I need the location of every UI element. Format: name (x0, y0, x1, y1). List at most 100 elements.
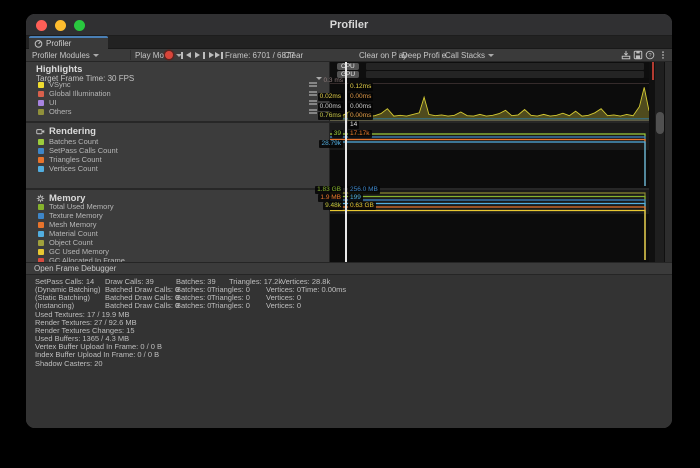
drag-handle-icon[interactable] (309, 100, 317, 104)
traffic-lights (36, 20, 85, 31)
stats-row: Used Textures: 17 / 19.9 MB (26, 310, 672, 318)
stats-row: SetPass Calls: 14Draw Calls: 39Batches: … (26, 277, 672, 285)
next-frame-icon (195, 52, 200, 58)
title-bar: Profiler (26, 14, 672, 36)
stats-row: Render Textures: 27 / 92.6 MB (26, 318, 672, 326)
chart-right-gutter (649, 62, 672, 262)
legend-label: VSync (49, 80, 71, 89)
legend-color-swatch (38, 249, 44, 255)
close-window-button[interactable] (36, 20, 47, 31)
previous-frame-button[interactable] (181, 49, 191, 61)
legend-color-swatch (38, 240, 44, 246)
record-icon (165, 51, 173, 59)
legend-color-swatch (38, 213, 44, 219)
maximize-window-button[interactable] (74, 20, 85, 31)
module-title-rendering: Rendering (49, 126, 96, 137)
legend-item-batches-count[interactable]: Batches Count (26, 137, 330, 146)
legend-color-swatch (38, 157, 44, 163)
drag-handle-icon[interactable] (309, 91, 317, 95)
chart-scrollbar-track[interactable] (655, 62, 664, 262)
legend-item-global-illumination[interactable]: Global Illumination (26, 89, 330, 98)
rendering-stats-panel: SetPass Calls: 14Draw Calls: 39Batches: … (26, 275, 672, 428)
drag-handle-icon[interactable] (309, 82, 317, 86)
rendering-chart[interactable] (330, 123, 649, 188)
legend-item-vertices-count[interactable]: Vertices Count (26, 164, 330, 173)
legend-label: Object Count (49, 238, 93, 247)
legend-item-others[interactable]: Others (26, 107, 330, 116)
legend-item-texture-memory[interactable]: Texture Memory (26, 211, 330, 220)
stats-value: Shadow Casters: 20 (35, 359, 103, 368)
clear-button[interactable]: Clear (284, 49, 303, 61)
profiler-window: Profiler Profiler Profiler Modules Play … (26, 14, 672, 428)
stats-row: Render Textures Changes: 15 (26, 326, 672, 334)
legend-color-swatch (38, 109, 44, 115)
module-row-highlights: Highlights Target Frame Time: 30 FPS VSy… (26, 62, 672, 121)
current-frame-button[interactable] (209, 49, 223, 61)
window-menu-button[interactable] (657, 49, 669, 61)
save-profile-button[interactable] (632, 49, 644, 61)
gpu-lane-bar (366, 71, 644, 78)
last-frame-icon (209, 52, 214, 58)
legend-item-mesh-memory[interactable]: Mesh Memory (26, 220, 330, 229)
legend-label: Triangles Count (49, 155, 102, 164)
legend-item-ui[interactable]: UI (26, 98, 330, 107)
selected-frame-line[interactable] (345, 62, 347, 262)
legend-color-swatch (38, 82, 44, 88)
gpu-lane-chip: GPU (337, 71, 359, 78)
stats-row: Used Buffers: 1365 / 4.3 MB (26, 334, 672, 342)
legend-item-object-count[interactable]: Object Count (26, 238, 330, 247)
profiler-modules-dropdown[interactable]: Profiler Modules (32, 49, 99, 61)
drag-handle-icon[interactable] (309, 109, 317, 113)
help-button[interactable]: ? (644, 49, 656, 61)
highlights-chart[interactable]: CPU GPU (330, 62, 649, 121)
tab-label: Profiler (46, 39, 71, 48)
kebab-menu-icon (658, 50, 668, 60)
legend-item-total-used-memory[interactable]: Total Used Memory (26, 202, 330, 211)
legend-color-swatch (38, 204, 44, 210)
legend-item-gc-used-memory[interactable]: GC Used Memory (26, 247, 330, 256)
legend-item-vsync[interactable]: VSync (26, 80, 330, 89)
save-icon (633, 50, 643, 60)
current-frame-indicator (652, 62, 654, 80)
minimize-window-button[interactable] (55, 20, 66, 31)
legend-label: SetPass Calls Count (49, 146, 118, 155)
load-icon (621, 50, 631, 60)
help-icon: ? (645, 50, 655, 60)
cpu-lane-bar (366, 63, 644, 70)
legend-color-swatch (38, 91, 44, 97)
load-profile-button[interactable] (620, 49, 632, 61)
call-stacks-dropdown[interactable]: Call Stacks (445, 49, 494, 61)
legend-label: Others (49, 107, 72, 116)
next-frame-button[interactable] (195, 49, 205, 61)
play-mode-dropdown[interactable]: Play Mode (135, 49, 182, 61)
legend-label: Texture Memory (49, 211, 103, 220)
clear-on-play-toggle[interactable]: Clear on Play (359, 49, 407, 61)
legend-item-triangles-count[interactable]: Triangles Count (26, 155, 330, 164)
chevron-down-icon (488, 54, 494, 57)
stats-row: (Instancing)Batched Draw Calls: 0Batches… (26, 301, 672, 309)
highlights-module-panel: Highlights Target Frame Time: 30 FPS VSy… (26, 62, 330, 121)
frame-debugger-bar: Open Frame Debugger (26, 262, 672, 275)
module-row-rendering: Rendering Batches CountSetPass Calls Cou… (26, 123, 672, 188)
rendering-module-panel: Rendering Batches CountSetPass Calls Cou… (26, 123, 330, 188)
cpu-lane-chip: CPU (337, 63, 359, 70)
profiler-gauge-icon (34, 39, 43, 48)
legend-item-setpass-calls-count[interactable]: SetPass Calls Count (26, 146, 330, 155)
toolbar-separator (130, 50, 131, 60)
legend-color-swatch (38, 166, 44, 172)
legend-label: Batches Count (49, 137, 98, 146)
stats-row: Shadow Casters: 20 (26, 359, 672, 367)
legend-label: Material Count (49, 229, 98, 238)
record-button[interactable] (165, 49, 173, 61)
stats-row: Index Buffer Upload In Frame: 0 / 0 B (26, 350, 672, 358)
open-frame-debugger-button[interactable]: Open Frame Debugger (26, 264, 116, 273)
memory-chart[interactable] (330, 190, 649, 262)
legend-label: GC Used Memory (49, 247, 109, 256)
legend-color-swatch (38, 139, 44, 145)
tab-profiler[interactable]: Profiler (29, 36, 108, 49)
profiler-content: Highlights Target Frame Time: 30 FPS VSy… (26, 62, 672, 428)
legend-item-material-count[interactable]: Material Count (26, 229, 330, 238)
cpu-usage-chart[interactable] (330, 78, 649, 121)
stats-row: (Dynamic Batching)Batched Draw Calls: 0B… (26, 285, 672, 293)
chart-scrollbar-thumb[interactable] (656, 112, 664, 134)
